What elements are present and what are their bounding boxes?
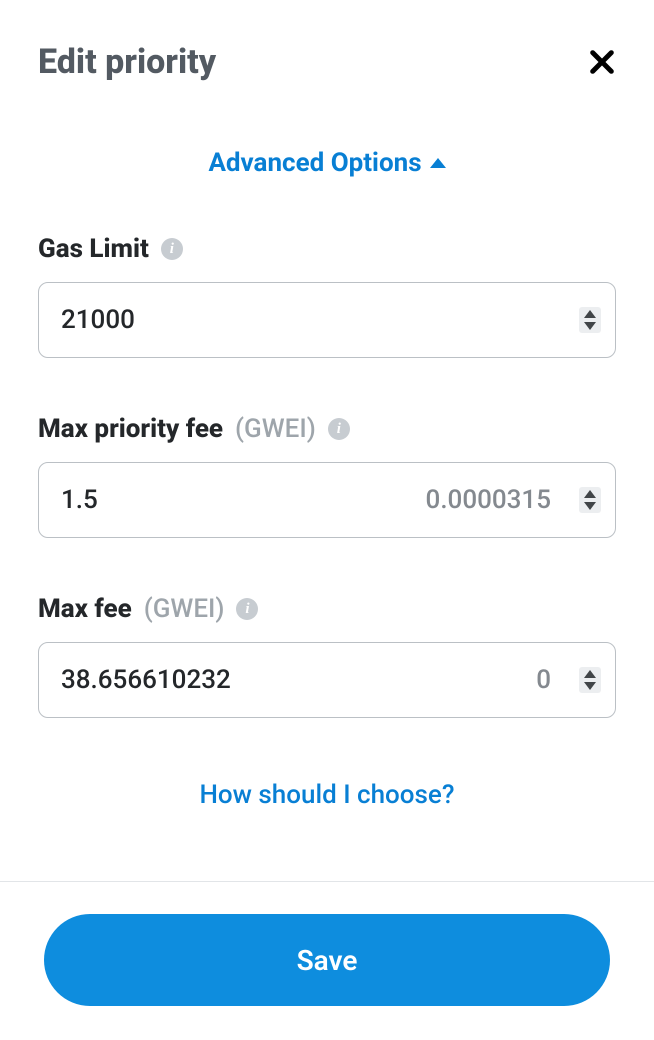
max-fee-unit: (GWEI) [144,594,225,624]
max-priority-fee-label: Max priority fee [38,414,223,444]
gas-limit-label: Gas Limit [38,234,149,264]
info-icon[interactable]: i [328,418,350,440]
help-link[interactable]: How should I choose? [199,780,454,810]
close-icon[interactable] [588,48,616,76]
stepper-up-icon [584,310,596,318]
stepper-up-icon [584,490,596,498]
max-fee-field: Max fee (GWEI) i 0 [38,594,616,718]
save-button[interactable]: Save [44,914,610,1006]
gas-limit-input-box[interactable] [38,282,616,358]
stepper-down-icon [584,682,596,690]
stepper-up-icon [584,670,596,678]
gas-limit-stepper[interactable] [579,307,601,333]
gas-limit-field: Gas Limit i [38,234,616,358]
stepper-down-icon [584,322,596,330]
gas-limit-input[interactable] [61,305,579,335]
max-fee-converted: 0 [536,665,551,695]
info-icon[interactable]: i [236,598,258,620]
max-priority-fee-stepper[interactable] [579,487,601,513]
max-fee-input[interactable] [61,665,536,695]
advanced-options-toggle[interactable]: Advanced Options [0,148,654,178]
max-fee-label: Max fee [38,594,132,624]
max-fee-input-box[interactable]: 0 [38,642,616,718]
info-icon[interactable]: i [161,238,183,260]
max-priority-fee-converted: 0.0000315 [426,485,551,515]
max-fee-stepper[interactable] [579,667,601,693]
max-priority-fee-field: Max priority fee (GWEI) i 0.0000315 [38,414,616,538]
max-priority-fee-input-box[interactable]: 0.0000315 [38,462,616,538]
max-priority-fee-input[interactable] [61,485,426,515]
max-priority-fee-unit: (GWEI) [235,414,316,444]
advanced-options-label: Advanced Options [208,148,421,178]
page-title: Edit priority [38,42,216,82]
caret-up-icon [430,158,446,168]
stepper-down-icon [584,502,596,510]
